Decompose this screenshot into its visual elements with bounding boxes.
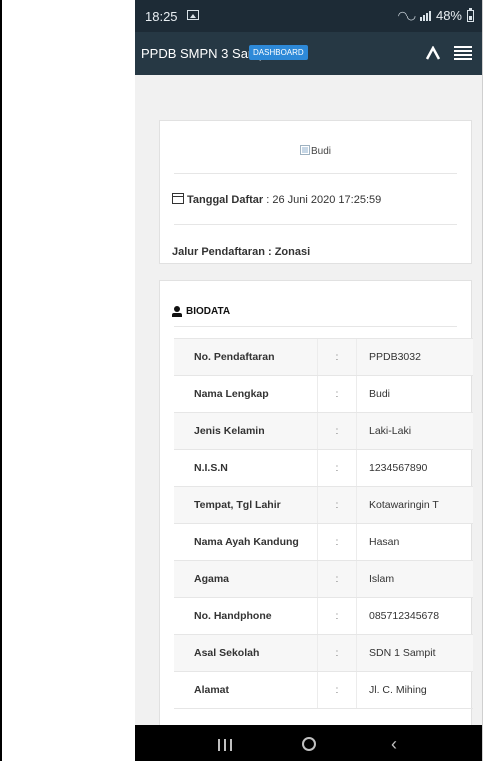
row-label: Nama Lengkap: [174, 376, 318, 412]
enrollment-track-text: Jalur Pendaftaran : Zonasi: [172, 246, 311, 258]
recent-apps-icon[interactable]: [218, 739, 232, 751]
row-value: SDN 1 Sampit: [369, 647, 436, 659]
android-nav-bar: ‹: [135, 725, 482, 761]
table-row: Tempat, Tgl Lahir: Kotawaringin T: [174, 487, 473, 524]
table-row: No. Pendaftaran: PPDB3032: [174, 339, 473, 376]
wifi-icon: ◠◡: [397, 10, 416, 22]
row-label: N.I.S.N: [174, 450, 318, 486]
table-row: Alamat: Jl. C. Mihing: [174, 672, 473, 709]
row-separator: :: [318, 524, 357, 560]
row-separator: :: [318, 598, 357, 634]
row-value: Laki-Laki: [369, 425, 412, 437]
row-value: Budi: [369, 388, 391, 400]
profile-image-text: Budi: [310, 146, 331, 157]
biodata-table: No. Pendaftaran: PPDB3032 Nama Lengkap: Bud…: [174, 338, 473, 709]
table-row: Jenis Kelamin: Laki-Laki: [174, 413, 473, 450]
registration-label: Tanggal Daftar: [187, 194, 264, 206]
phone-screen: 18:25 ◠◡ 48% PPDB SMPN 3 Sampit DASHBOAR…: [135, 0, 482, 761]
biodata-card: BIODATA No. Pendaftaran: PPDB3032 Nama Len…: [159, 280, 473, 725]
row-value: Jl. C. Mihing: [369, 684, 427, 696]
row-label: Tempat, Tgl Lahir: [174, 487, 318, 523]
profile-image-alt: Budi: [160, 145, 471, 157]
table-row: N.I.S.N:1234567890: [174, 450, 473, 487]
row-label: Agama: [174, 561, 318, 597]
row-label: Asal Sekolah: [174, 635, 318, 671]
broken-image-icon: [299, 145, 310, 155]
table-row: Nama Lengkap: Budi: [174, 376, 473, 413]
main-content: Budi Tanggal Daftar : 26 Juni 2020 17:25…: [135, 75, 482, 725]
table-row: Nama Ayah Kandung: Hasan: [174, 524, 473, 561]
row-value: Hasan: [369, 536, 400, 548]
row-label: Alamat: [174, 672, 318, 708]
biodata-heading: BIODATA: [172, 306, 230, 317]
back-icon[interactable]: ‹: [391, 734, 397, 755]
battery-percent: 48%: [435, 8, 462, 23]
row-value: 085712345678: [369, 610, 440, 622]
left-margin: [0, 0, 135, 761]
row-value: 1234567890: [369, 462, 428, 474]
row-separator: :: [318, 487, 357, 523]
status-bar: 18:25 ◠◡ 48%: [135, 0, 482, 32]
row-separator: :: [318, 561, 357, 597]
profile-card: Budi Tanggal Daftar : 26 Juni 2020 17:25…: [159, 120, 472, 264]
row-label: No. Handphone: [174, 598, 318, 634]
hamburger-menu-icon[interactable]: [454, 44, 472, 62]
dashboard-badge[interactable]: DASHBOARD: [249, 45, 308, 60]
calendar-icon: [172, 193, 184, 204]
signal-icon: [419, 10, 431, 21]
table-row: Asal Sekolah: SDN 1 Sampit: [174, 635, 473, 672]
app-bar: PPDB SMPN 3 Sampit DASHBOARD: [135, 32, 482, 75]
row-value: Islam: [369, 573, 395, 585]
row-separator: :: [318, 672, 357, 708]
biodata-title: BIODATA: [186, 306, 231, 317]
row-label: Nama Ayah Kandung: [174, 524, 318, 560]
row-separator: :: [318, 635, 357, 671]
registration-date: Tanggal Daftar : 26 Juni 2020 17:25:59: [172, 193, 381, 206]
row-label: Jenis Kelamin: [174, 413, 318, 449]
user-icon: [172, 306, 182, 317]
caret-up-icon[interactable]: [420, 40, 446, 66]
row-separator: :: [318, 450, 357, 486]
table-row: No. Handphone:085712345678: [174, 598, 473, 635]
status-right: ◠◡ 48%: [397, 7, 474, 23]
row-separator: :: [318, 413, 357, 449]
battery-icon: [467, 7, 474, 22]
divider: [174, 224, 457, 225]
image-icon: [187, 10, 199, 20]
table-row: Agama: Islam: [174, 561, 473, 598]
enrollment-track: Jalur Pendaftaran : Zonasi: [172, 246, 310, 258]
row-label: No. Pendaftaran: [174, 339, 318, 375]
divider: [174, 326, 457, 327]
status-time: 18:25: [145, 9, 178, 24]
row-separator: :: [318, 339, 357, 375]
row-value: Kotawaringin T: [369, 499, 439, 511]
row-value: PPDB3032: [369, 351, 421, 363]
divider: [174, 173, 457, 174]
home-icon[interactable]: [302, 737, 316, 751]
row-separator: :: [318, 376, 357, 412]
registration-value: : 26 Juni 2020 17:25:59: [263, 194, 382, 206]
